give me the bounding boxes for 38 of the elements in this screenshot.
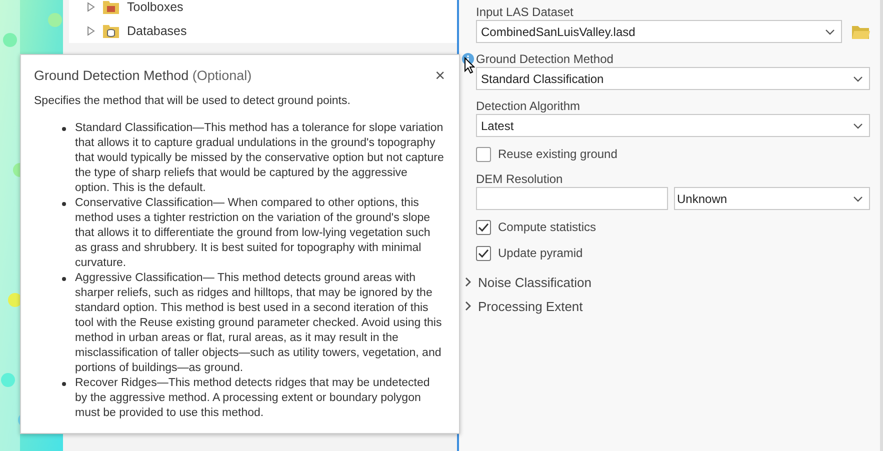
toolbox-folder-icon (103, 0, 119, 14)
dropdown[interactable]: CombinedSanLuisValley.lasd (476, 20, 842, 43)
checkbox[interactable] (476, 146, 491, 162)
folder-icon[interactable] (852, 24, 870, 38)
parameter-label: DEM Resolution (476, 172, 563, 186)
chevron-right-icon (465, 277, 471, 287)
popup-title: Ground Detection Method (Optional) (34, 68, 252, 83)
dropdown[interactable]: Latest (476, 114, 870, 137)
checkbox-label: Update pyramid (498, 246, 583, 260)
group-header[interactable]: Noise Classification (465, 270, 870, 294)
bullet-text: Standard Classification—This method has a tolerance for slope variation that allows it to capture gradual undulations in the ground's topography that would typically be missed by the conservative option but not capture the type of sharp reliefs that would be captured by the aggressive option. This is the default. (75, 121, 445, 196)
tree-item[interactable]: Databases (127, 24, 187, 38)
bullet-text: Recover Ridges—This method detects ridges that may be undetected by the aggressive method. A processing extent or boundary polygon must be provided to use this method. (75, 376, 431, 421)
checkbox-label: Compute statistics (498, 220, 596, 234)
database-folder-icon (103, 24, 119, 38)
chevron-down-icon (853, 76, 863, 82)
tree-item[interactable]: Toolboxes (127, 0, 184, 14)
expand-arrow-icon[interactable] (87, 2, 95, 12)
checkbox[interactable] (476, 220, 491, 234)
chevron-right-icon (465, 301, 471, 311)
checkbox[interactable] (476, 246, 491, 260)
chevron-down-icon (853, 196, 863, 202)
close-button[interactable]: × (435, 67, 445, 84)
bullet-text: Conservative Classification— When compared to other options, this method uses a tighter restriction on the variation of the ground's slope that allows it to differentiate the ground from low-lying vegetation such as grass and shrubbery. It is best suited for topography with minimal curvature. (75, 196, 432, 271)
expand-arrow-icon[interactable] (87, 26, 95, 36)
input-field[interactable] (476, 187, 668, 210)
description-text: Specifies the method that will be used to detect ground points. (34, 94, 352, 109)
pointer-cursor-icon (464, 57, 475, 74)
unit-dropdown[interactable]: Unknown (674, 187, 870, 210)
parameter-label: Detection Algorithm (476, 99, 580, 113)
bullet-text: Aggressive Classification— This method detects ground areas with sharper reliefs, such as ridges and hilltops, that may be ignored by the standard option. This method is best used in a second iteration of this tool with the Reuse existing ground parameter checked. Avoid using this method in urban areas or flat, rural areas, as it may result in the misclassification of taller objects—such as utility towers, vegetation, and portions of buildings—as ground. (75, 271, 443, 376)
chevron-down-icon (825, 28, 835, 34)
chevron-down-icon (853, 122, 863, 128)
parameter-label: Ground Detection Method (476, 52, 614, 66)
checkbox-label: Reuse existing ground (498, 147, 618, 161)
dropdown[interactable]: Standard Classification (476, 67, 870, 90)
parameter-label: Input LAS Dataset (476, 5, 574, 19)
group-header[interactable]: Processing Extent (465, 294, 870, 318)
